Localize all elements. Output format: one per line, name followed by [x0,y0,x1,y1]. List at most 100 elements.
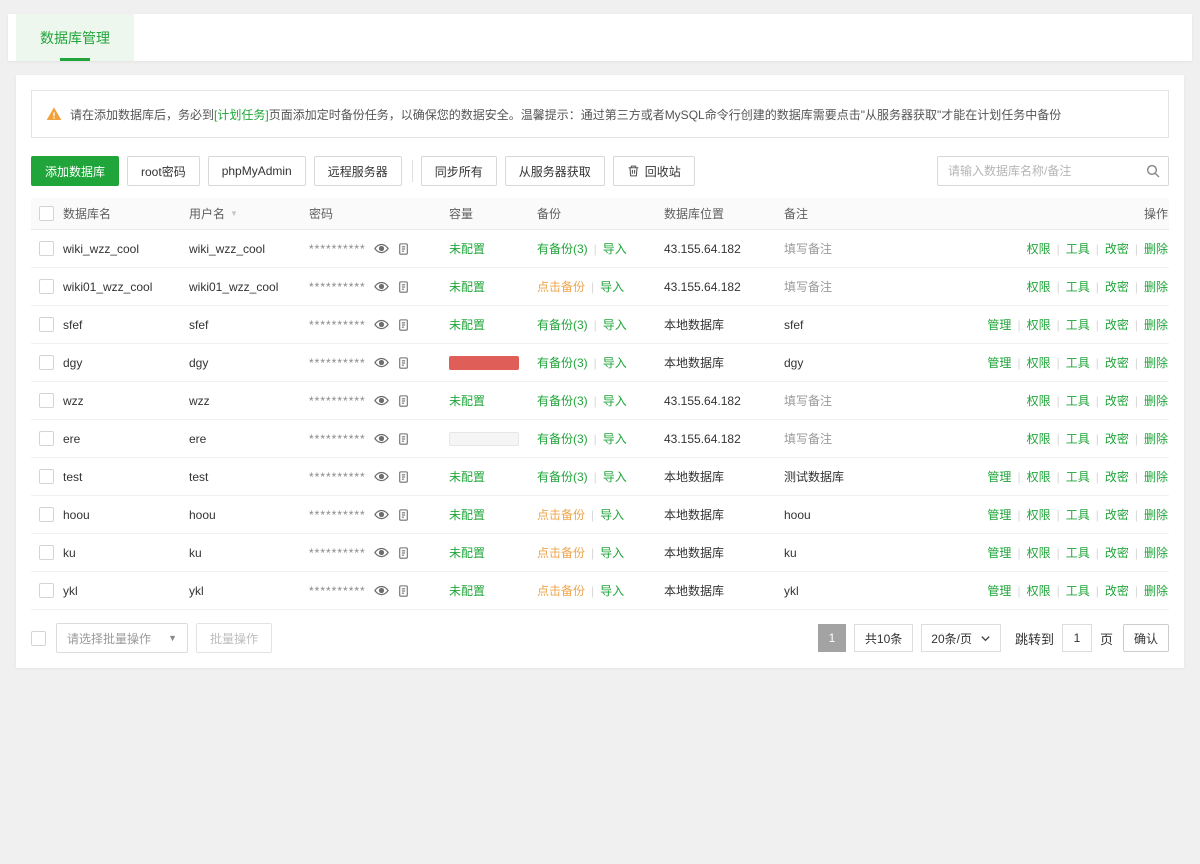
fetch-from-server-button[interactable]: 从服务器获取 [505,156,605,186]
show-password-icon[interactable] [374,393,389,408]
action-link[interactable]: 删除 [1144,432,1168,446]
remote-server-button[interactable]: 远程服务器 [314,156,402,186]
action-link[interactable]: 改密 [1105,318,1129,332]
recycle-bin-button[interactable]: 回收站 [613,156,695,186]
action-link[interactable]: 工具 [1066,356,1090,370]
action-link[interactable]: 工具 [1066,546,1090,560]
action-link[interactable]: 工具 [1066,318,1090,332]
tab-database-management[interactable]: 数据库管理 [16,14,134,61]
backup-status-link[interactable]: 有备份(3) [537,432,588,446]
footer-select-all-checkbox[interactable] [31,631,46,646]
copy-password-icon[interactable] [397,546,410,560]
action-link[interactable]: 权限 [1027,356,1051,370]
action-link[interactable]: 改密 [1105,584,1129,598]
backup-status-link[interactable]: 点击备份 [537,280,585,294]
show-password-icon[interactable] [374,583,389,598]
note-cell[interactable]: 填写备注 [784,278,934,295]
action-link[interactable]: 改密 [1105,356,1129,370]
copy-password-icon[interactable] [397,394,410,408]
import-link[interactable]: 导入 [603,356,627,370]
backup-status-link[interactable]: 有备份(3) [537,394,588,408]
row-checkbox[interactable] [39,545,54,560]
row-checkbox[interactable] [39,317,54,332]
note-cell[interactable]: hoou [784,508,934,522]
quota-config-link[interactable]: 未配置 [449,546,485,560]
action-link[interactable]: 工具 [1066,394,1090,408]
action-link[interactable]: 权限 [1027,584,1051,598]
import-link[interactable]: 导入 [600,280,624,294]
batch-action-select[interactable]: 请选择批量操作 ▼ [56,623,188,653]
show-password-icon[interactable] [374,469,389,484]
show-password-icon[interactable] [374,431,389,446]
row-checkbox[interactable] [39,469,54,484]
quota-config-link[interactable]: 未配置 [449,508,485,522]
action-link[interactable]: 改密 [1105,394,1129,408]
copy-password-icon[interactable] [397,318,410,332]
action-link[interactable]: 权限 [1027,432,1051,446]
action-link[interactable]: 工具 [1066,242,1090,256]
quota-config-link[interactable]: 未配置 [449,470,485,484]
action-link[interactable]: 工具 [1066,508,1090,522]
action-link[interactable]: 删除 [1144,584,1168,598]
action-link[interactable]: 改密 [1105,280,1129,294]
action-link[interactable]: 改密 [1105,546,1129,560]
root-password-button[interactable]: root密码 [127,156,200,186]
backup-status-link[interactable]: 有备份(3) [537,356,588,370]
action-link[interactable]: 管理 [987,546,1011,560]
phpmyadmin-button[interactable]: phpMyAdmin [208,156,306,186]
row-checkbox[interactable] [39,355,54,370]
page-size-select[interactable]: 20条/页 [921,624,1001,652]
action-link[interactable]: 改密 [1105,508,1129,522]
note-cell[interactable]: sfef [784,318,934,332]
note-cell[interactable]: 填写备注 [784,392,934,409]
import-link[interactable]: 导入 [603,318,627,332]
cron-tasks-link[interactable]: [计划任务] [214,108,269,122]
action-link[interactable]: 权限 [1027,242,1051,256]
backup-status-link[interactable]: 有备份(3) [537,470,588,484]
note-cell[interactable]: ykl [784,584,934,598]
backup-status-link[interactable]: 有备份(3) [537,242,588,256]
backup-status-link[interactable]: 点击备份 [537,546,585,560]
action-link[interactable]: 管理 [987,318,1011,332]
show-password-icon[interactable] [374,317,389,332]
show-password-icon[interactable] [374,279,389,294]
note-cell[interactable]: 填写备注 [784,430,934,447]
copy-password-icon[interactable] [397,280,410,294]
confirm-button[interactable]: 确认 [1123,624,1169,652]
action-link[interactable]: 改密 [1105,242,1129,256]
action-link[interactable]: 删除 [1144,470,1168,484]
action-link[interactable]: 删除 [1144,242,1168,256]
page-number-current[interactable]: 1 [818,624,846,652]
action-link[interactable]: 工具 [1066,280,1090,294]
action-link[interactable]: 权限 [1027,470,1051,484]
copy-password-icon[interactable] [397,508,410,522]
jump-page-input[interactable] [1062,624,1092,652]
action-link[interactable]: 权限 [1027,280,1051,294]
quota-config-link[interactable]: 未配置 [449,394,485,408]
backup-status-link[interactable]: 点击备份 [537,508,585,522]
copy-password-icon[interactable] [397,356,410,370]
backup-status-link[interactable]: 有备份(3) [537,318,588,332]
action-link[interactable]: 删除 [1144,356,1168,370]
row-checkbox[interactable] [39,241,54,256]
header-username[interactable]: 用户名▼ [189,205,309,222]
row-checkbox[interactable] [39,279,54,294]
action-link[interactable]: 工具 [1066,432,1090,446]
action-link[interactable]: 权限 [1027,394,1051,408]
copy-password-icon[interactable] [397,470,410,484]
backup-status-link[interactable]: 点击备份 [537,584,585,598]
action-link[interactable]: 权限 [1027,318,1051,332]
action-link[interactable]: 工具 [1066,584,1090,598]
action-link[interactable]: 权限 [1027,508,1051,522]
action-link[interactable]: 删除 [1144,318,1168,332]
batch-action-button[interactable]: 批量操作 [196,623,272,653]
add-database-button[interactable]: 添加数据库 [31,156,119,186]
row-checkbox[interactable] [39,431,54,446]
show-password-icon[interactable] [374,241,389,256]
action-link[interactable]: 删除 [1144,280,1168,294]
action-link[interactable]: 改密 [1105,470,1129,484]
search-input[interactable] [937,156,1169,186]
search-icon[interactable] [1145,163,1161,179]
import-link[interactable]: 导入 [603,242,627,256]
row-checkbox[interactable] [39,393,54,408]
